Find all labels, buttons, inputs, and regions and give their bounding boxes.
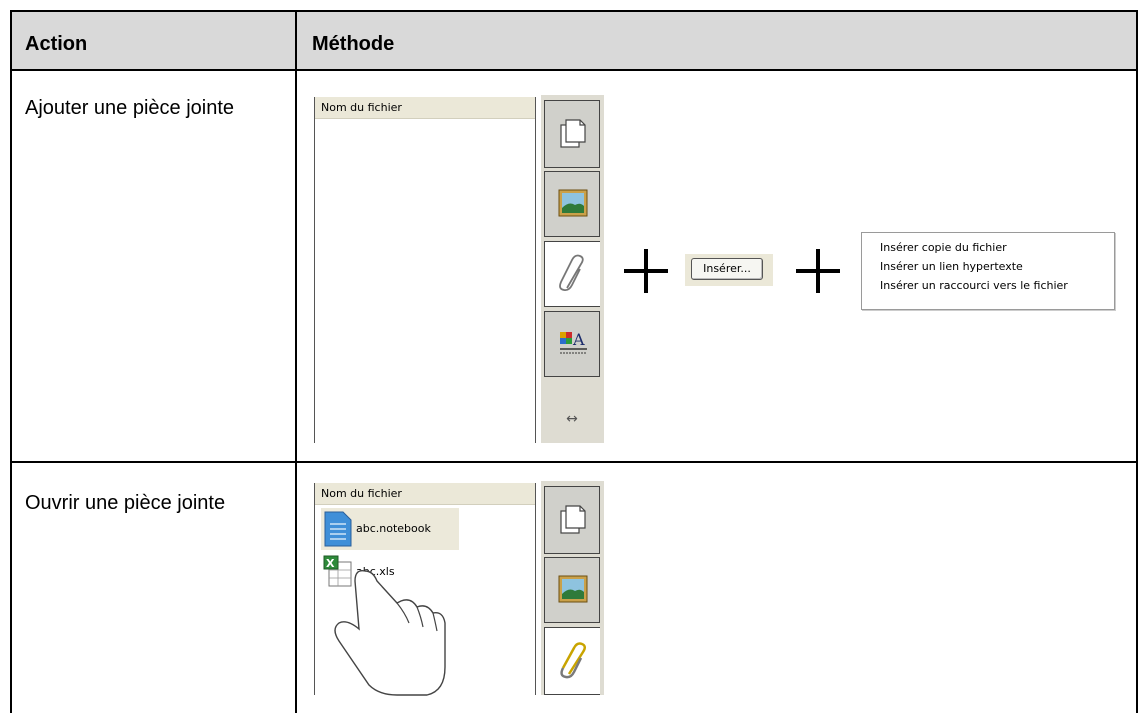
insert-button[interactable]: Insérer... bbox=[691, 258, 763, 280]
table-border-header bbox=[10, 69, 1138, 71]
menu-item-insert-hyperlink[interactable]: Insérer un lien hypertexte bbox=[880, 260, 1023, 273]
row-action-open-attachment: Ouvrir une pièce jointe bbox=[25, 492, 226, 514]
paperclip-icon bbox=[559, 254, 584, 292]
attachments-tab-2[interactable] bbox=[544, 627, 600, 695]
table-border-row1 bbox=[10, 461, 1138, 463]
file-name-column-header-2[interactable]: Nom du fichier bbox=[315, 483, 535, 505]
gallery-tab[interactable] bbox=[544, 171, 600, 237]
file-name-column-header[interactable]: Nom du fichier bbox=[315, 97, 535, 119]
pointing-hand-icon bbox=[334, 570, 446, 696]
insert-button-area: Insérer... bbox=[685, 254, 773, 286]
header-method: Méthode bbox=[312, 33, 395, 55]
properties-icon: A bbox=[560, 330, 587, 354]
gallery-icon bbox=[558, 575, 588, 603]
attachments-list-panel-2: Nom du fichier abc.notebook X abc.xls bbox=[314, 483, 536, 696]
file-name-notebook: abc.notebook bbox=[356, 522, 431, 535]
menu-item-insert-file-copy[interactable]: Insérer copie du fichier bbox=[880, 241, 1007, 254]
table-border-right bbox=[1136, 10, 1138, 713]
properties-tab[interactable]: A bbox=[544, 311, 600, 377]
side-tab-bar-2 bbox=[541, 481, 604, 695]
notebook-file-icon bbox=[324, 511, 352, 547]
paperclip-icon bbox=[560, 642, 586, 679]
file-row-notebook[interactable]: abc.notebook bbox=[321, 508, 459, 550]
page-icon bbox=[560, 505, 586, 534]
attachments-list-panel: Nom du fichier bbox=[314, 97, 536, 443]
gallery-tab-2[interactable] bbox=[544, 557, 600, 623]
header-cell-method bbox=[297, 11, 1137, 69]
insert-context-menu: Insérer copie du fichier Insérer un lien… bbox=[861, 232, 1115, 310]
gallery-icon bbox=[558, 189, 588, 217]
menu-item-insert-shortcut[interactable]: Insérer un raccourci vers le fichier bbox=[880, 279, 1068, 292]
row-action-add-attachment: Ajouter une pièce jointe bbox=[25, 97, 235, 119]
table-border-top bbox=[10, 10, 1138, 12]
page-icon bbox=[560, 119, 586, 148]
plus-sign-2 bbox=[796, 249, 840, 293]
svg-text:A: A bbox=[572, 330, 585, 349]
page-sorter-tab[interactable] bbox=[544, 100, 600, 168]
side-tab-bar: A ↔ bbox=[541, 95, 604, 443]
plus-sign-1 bbox=[624, 249, 668, 293]
resize-arrows-icon[interactable]: ↔ bbox=[544, 411, 600, 431]
table-border-middle bbox=[295, 10, 297, 713]
attachments-tab[interactable] bbox=[544, 241, 600, 307]
header-action: Action bbox=[25, 33, 88, 55]
table-border-left bbox=[10, 10, 12, 713]
page-sorter-tab-2[interactable] bbox=[544, 486, 600, 554]
